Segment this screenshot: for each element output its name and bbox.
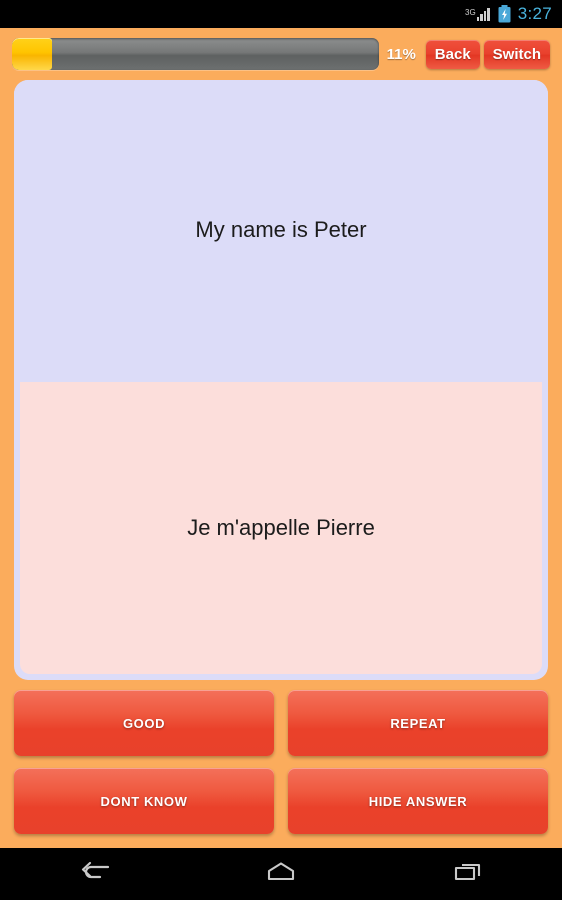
nav-home-button[interactable] [241, 848, 321, 900]
back-button[interactable]: Back [425, 39, 480, 69]
nav-recents-button[interactable] [428, 848, 508, 900]
hide-answer-button[interactable]: HIDE ANSWER [288, 768, 548, 834]
status-bar-clock: 3:27 [517, 4, 552, 23]
study-progress-bar [12, 38, 379, 70]
progress-percent-label: 11% [386, 45, 416, 63]
battery-charging-icon [498, 5, 511, 23]
signal-bars-icon: 3G [465, 7, 491, 21]
network-type-label: 3G [465, 7, 476, 17]
home-icon [264, 860, 298, 889]
good-button[interactable]: GOOD [14, 690, 274, 756]
flashcard-question-pane[interactable]: My name is Peter [14, 80, 548, 380]
repeat-button[interactable]: REPEAT [288, 690, 548, 756]
android-status-bar: 3G 3:27 [0, 0, 562, 28]
flashcard[interactable]: My name is Peter Je m'appelle Pierre [14, 80, 548, 680]
back-arrow-icon [77, 861, 111, 888]
dont-know-button[interactable]: DONT KNOW [14, 768, 274, 834]
signal-bars-glyph [476, 7, 491, 21]
top-toolbar: 11% Back Switch [0, 28, 562, 80]
recent-apps-icon [451, 860, 485, 889]
flashcard-question-text: My name is Peter [195, 217, 367, 242]
flashcard-answer-text: Je m'appelle Pierre [187, 515, 375, 540]
android-navigation-bar [0, 848, 562, 900]
switch-button[interactable]: Switch [483, 39, 550, 69]
app-screen: 3G 3:27 11% Back Switch My name is Peter [0, 0, 562, 900]
flashcard-answer-pane[interactable]: Je m'appelle Pierre [20, 382, 542, 674]
action-button-grid: GOOD REPEAT DONT KNOW HIDE ANSWER [14, 690, 548, 834]
nav-back-button[interactable] [54, 848, 134, 900]
study-progress-fill [12, 38, 53, 70]
